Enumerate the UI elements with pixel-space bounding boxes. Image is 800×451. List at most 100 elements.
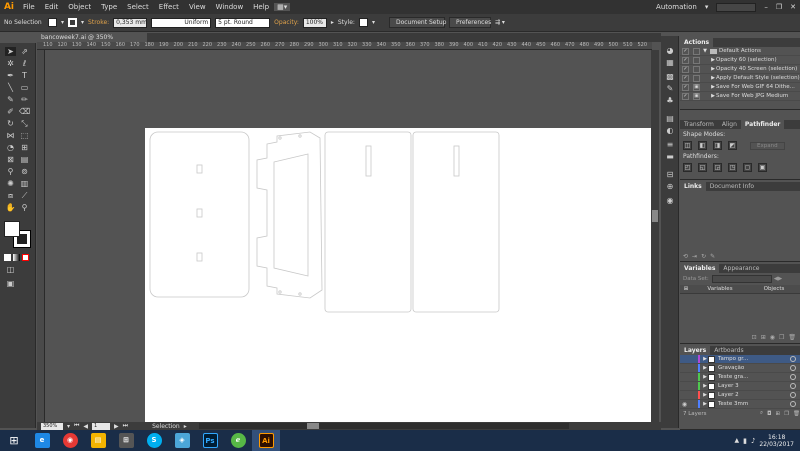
artwork[interactable] (145, 128, 651, 422)
gradient-button[interactable] (13, 254, 20, 261)
magic-wand-tool-icon[interactable]: ✲ (5, 59, 16, 68)
bridge-icon[interactable]: ▦▾ (274, 3, 291, 11)
maximize-button[interactable]: ❐ (772, 3, 786, 11)
stroke-label[interactable]: Stroke: (88, 19, 109, 26)
rectangle-tool-icon[interactable]: ▭ (19, 83, 30, 92)
none-button[interactable] (22, 254, 29, 261)
minus-front-icon[interactable]: ◧ (698, 141, 707, 150)
tab-transform[interactable]: Transform (680, 120, 718, 129)
document-tab[interactable]: bancoweek7.ai @ 350% (RGB/Preview) ✕ (37, 33, 147, 50)
action-check-icon[interactable]: ✓ (682, 47, 689, 55)
stroke-weight-field[interactable]: 0,353 mm (113, 17, 148, 28)
taskbar-app-green[interactable]: ℯ (224, 430, 252, 451)
links-list[interactable] (680, 191, 800, 253)
artboard-field[interactable]: 1 (92, 422, 111, 430)
taskbar-app-chrome[interactable]: ◉ (56, 430, 84, 451)
lasso-tool-icon[interactable]: ℓ (19, 59, 30, 68)
fill-dropdown-icon[interactable]: ▾ (61, 19, 64, 26)
action-dialog-toggle[interactable] (693, 65, 700, 73)
new-sublayer-icon[interactable]: ⊞ (775, 411, 780, 417)
new-layer-icon[interactable]: ❐ (784, 411, 789, 417)
workspace-switcher[interactable]: Automation (652, 3, 701, 11)
tab-appearance[interactable]: Appearance (719, 264, 763, 273)
taskbar-app-explorer[interactable]: ▤ (84, 430, 112, 451)
transform-panel-icon[interactable]: ⊕ (665, 182, 675, 191)
update-link-icon[interactable]: ↻ (701, 253, 706, 262)
stroke-panel-icon[interactable]: ≡ (665, 140, 675, 149)
intersect-icon[interactable]: ◨ (713, 141, 722, 150)
visibility-icon[interactable]: ◉ (680, 400, 689, 408)
brushes-panel-icon[interactable]: ✎ (665, 84, 675, 93)
action-check-icon[interactable]: ✓ (682, 83, 689, 91)
style-dropdown-icon[interactable]: ▾ (372, 19, 375, 26)
blend-tool-icon[interactable]: ⊚ (19, 167, 30, 176)
layer-row[interactable]: ▶ Layer 2 (680, 391, 800, 400)
free-transform-tool-icon[interactable]: ⬚ (19, 131, 30, 140)
preferences-button[interactable]: Preferences (448, 17, 491, 28)
menu-help[interactable]: Help (248, 3, 274, 11)
opacity-label[interactable]: Opacity: (274, 19, 299, 26)
action-set-row[interactable]: ✓ ▼ Default Actions (680, 47, 800, 56)
layer-name[interactable]: Teste 3mm (718, 400, 790, 408)
unite-icon[interactable]: ◫ (683, 141, 692, 150)
layer-row[interactable]: ▶ Tampo gr... (680, 355, 800, 364)
scale-tool-icon[interactable]: ⤡ (19, 119, 30, 128)
layer-target-icon[interactable] (790, 365, 796, 371)
tab-artboards[interactable]: Artboards (710, 346, 747, 355)
hand-tool-icon[interactable]: ✋ (5, 203, 16, 212)
screen-mode-icon[interactable]: ▣ (5, 279, 16, 288)
layer-target-icon[interactable] (790, 392, 796, 398)
symbols-panel-icon[interactable]: ♣ (665, 96, 675, 105)
layer-row[interactable]: ◉ ▶ Teste 3mm (680, 400, 800, 409)
paintbrush-tool-icon[interactable]: ✎ (5, 95, 16, 104)
status-arrow-icon[interactable]: ▸ (184, 423, 187, 430)
column-graph-tool-icon[interactable]: ▥ (19, 179, 30, 188)
image-trace-icon[interactable]: ◉ (665, 196, 675, 205)
action-row[interactable]: ✓ ▶ Opacity 40 Screen (selection) (680, 65, 800, 74)
action-check-icon[interactable]: ✓ (682, 92, 689, 100)
layer-target-icon[interactable] (790, 383, 796, 389)
zoom-dropdown-icon[interactable]: ▾ (67, 423, 70, 430)
status-text[interactable]: Selection (152, 423, 180, 430)
divide-icon[interactable]: ◰ (683, 163, 692, 172)
menu-object[interactable]: Object (63, 3, 96, 11)
brush-dropdown[interactable]: 5 pt. Round (215, 17, 271, 28)
go-to-link-icon[interactable]: ⇥ (692, 253, 697, 262)
direct-selection-tool-icon[interactable]: ⇗ (19, 47, 30, 56)
tab-actions[interactable]: Actions (680, 38, 714, 47)
draw-mode-icon[interactable]: ◫ (5, 265, 16, 274)
document-setup-button[interactable]: Document Setup (388, 17, 446, 28)
layer-target-icon[interactable] (790, 374, 796, 380)
transparency-icon[interactable]: ◐ (665, 126, 675, 135)
layer-target-icon[interactable] (790, 401, 796, 407)
taskbar-app-photoshop[interactable]: Ps (196, 430, 224, 451)
horizontal-scrollbar[interactable] (198, 423, 569, 429)
make-visibility-dynamic-icon[interactable]: ◉ (770, 334, 775, 343)
clipping-mask-icon[interactable]: ◘ (767, 411, 771, 417)
delete-variable-icon[interactable]: 🗑 (788, 334, 796, 343)
start-button[interactable]: ⊞ (0, 430, 28, 451)
vertical-ruler[interactable] (37, 50, 45, 422)
horizontal-ruler[interactable]: 110 120 130 140 150 160 170 180 190 200 210 220 230 2… (37, 42, 652, 50)
taskbar-app-skype[interactable]: S (140, 430, 168, 451)
expand-button[interactable]: Expand (750, 141, 785, 150)
variables-list[interactable] (680, 294, 800, 334)
minus-back-icon[interactable]: ▣ (758, 163, 767, 172)
stroke-dropdown-icon[interactable]: ▾ (81, 19, 84, 26)
new-variable-icon[interactable]: ❐ (779, 334, 784, 343)
graphic-styles-icon[interactable]: ▤ (665, 114, 675, 123)
crop-icon[interactable]: ◳ (728, 163, 737, 172)
first-artboard-icon[interactable]: ⏮ (74, 422, 79, 430)
eraser-tool-icon[interactable]: ⌫ (19, 107, 30, 116)
tab-document-info[interactable]: Document Info (706, 182, 758, 191)
action-dialog-toggle[interactable] (693, 56, 700, 64)
selection-tool-icon[interactable]: ➤ (5, 47, 16, 56)
taskbar-app-calculator[interactable]: ⊞ (112, 430, 140, 451)
horizontal-scroll-thumb[interactable] (306, 423, 319, 429)
variables-column-header[interactable]: Variables (692, 285, 748, 293)
action-row[interactable]: ✓ ▶ Opacity 60 (selection) (680, 56, 800, 65)
tab-pathfinder[interactable]: Pathfinder (740, 120, 785, 129)
align-panel-icon[interactable]: ⊟ (665, 170, 675, 179)
help-search-input[interactable] (716, 2, 757, 12)
locate-object-icon[interactable]: ⌕ (760, 410, 763, 417)
